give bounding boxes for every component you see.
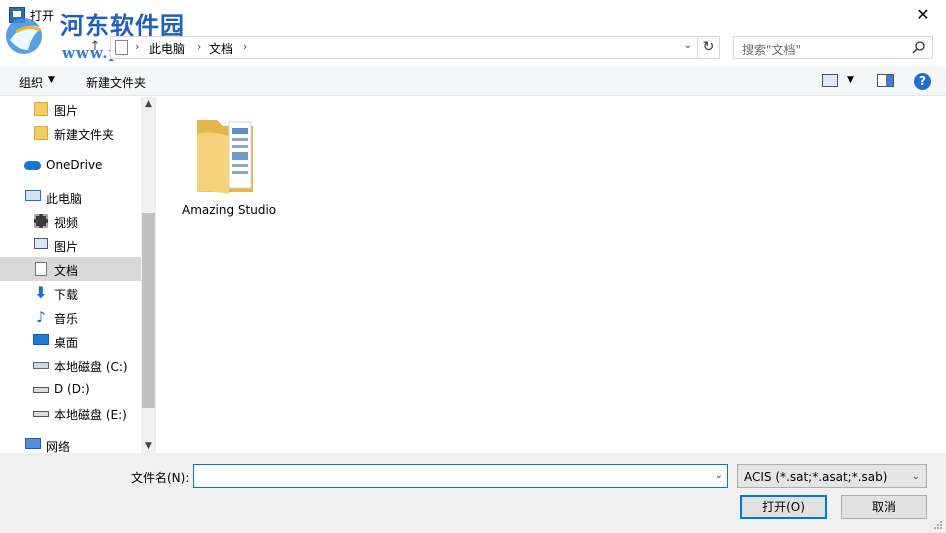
music-icon: ♪ [36,308,46,326]
search-icon [912,41,925,54]
nav-item-label: 图片 [54,240,79,254]
scroll-up-arrow-icon[interactable]: ▲ [141,99,155,109]
nav-item-onedrive[interactable]: OneDrive [0,153,141,177]
drive-icon [33,387,49,393]
windows-drive-icon [33,362,49,369]
nav-item-network[interactable]: 网络 [0,433,141,453]
up-button[interactable]: ↑ [86,38,104,56]
nav-scrollbar[interactable]: ▲ ▼ [141,97,155,453]
nav-item-pictures[interactable]: 图片 [0,233,141,257]
watermark-logo-icon [6,18,42,54]
pictures-icon [34,238,48,249]
nav-item-label: 下载 [54,288,79,302]
nav-item-label: 本地磁盘 (E:) [54,408,127,422]
network-icon [25,438,41,449]
desktop-icon [33,334,49,345]
nav-item-label: 本地磁盘 (C:) [54,360,128,374]
folder-icon [34,102,48,116]
folder-icon[interactable] [195,114,259,196]
nav-item-videos[interactable]: 视频 [0,209,141,233]
title-bar: 打开 河东软件园 www.pc0359.cn ✕ [0,0,946,62]
nav-item-label: 音乐 [54,312,79,326]
search-placeholder: 搜索"文档" [742,43,802,57]
filetype-select[interactable]: ACIS (*.sat;*.asat;*.sab) ⌄ [737,464,927,488]
chevron-down-icon[interactable]: ⌄ [912,471,920,482]
this-pc-icon [25,190,41,201]
address-history-dropdown[interactable]: ⌄ [681,40,695,51]
nav-item-label: 新建文件夹 [54,128,115,142]
nav-item-this-pc[interactable]: 此电脑 [0,185,141,209]
folder-icon [34,126,48,140]
filename-label: 文件名(N): [131,471,190,485]
change-view-icon[interactable] [822,74,838,87]
this-pc-icon [115,40,128,55]
filetype-value: ACIS (*.sat;*.asat;*.sab) [744,470,888,484]
onedrive-cloud-icon [24,161,41,170]
nav-item-label: 视频 [54,216,79,230]
organize-button[interactable]: 组织 [19,74,43,91]
videos-icon [34,214,48,228]
scroll-down-arrow-icon[interactable]: ▼ [141,441,155,451]
nav-item-label: OneDrive [46,158,103,172]
new-folder-button[interactable]: 新建文件夹 [86,74,146,91]
nav-item-music[interactable]: ♪ 音乐 [0,305,141,329]
nav-item-label: 文档 [54,264,79,278]
breadcrumb-separator[interactable]: › [197,40,201,53]
refresh-button[interactable]: ↻ [698,36,720,59]
nav-item-pictures-folder[interactable]: 图片 [0,97,141,121]
resize-grip-icon[interactable] [933,520,943,530]
nav-item-drive-d[interactable]: D (D:) [0,377,141,401]
nav-item-documents[interactable]: 文档 [0,257,141,281]
cancel-button[interactable]: 取消 [841,495,927,519]
breadcrumb-this-pc[interactable]: 此电脑 [149,40,185,57]
nav-item-label: 网络 [46,440,71,453]
preview-pane-icon[interactable] [877,74,894,87]
folder-name[interactable]: Amazing Studio [182,203,276,217]
nav-item-label: 图片 [54,104,79,118]
search-input[interactable]: 搜索"文档" [733,36,933,59]
nav-item-label: 此电脑 [46,192,83,206]
nav-item-label: 桌面 [54,336,79,350]
breadcrumb-documents[interactable]: 文档 [209,40,233,57]
close-button[interactable]: ✕ [908,4,938,26]
breadcrumb-separator[interactable]: › [243,40,247,53]
nav-item-drive-c[interactable]: 本地磁盘 (C:) [0,353,141,377]
dialog-footer: 文件名(N): ⌄ ACIS (*.sat;*.asat;*.sab) ⌄ 打开… [0,453,946,533]
nav-item-downloads[interactable]: ⬇ 下载 [0,281,141,305]
file-list: Amazing Studio [157,97,946,453]
chevron-down-icon[interactable]: ⌄ [715,470,723,481]
nav-item-label: D (D:) [54,382,90,396]
breadcrumb-separator[interactable]: › [135,40,139,53]
nav-item-desktop[interactable]: 桌面 [0,329,141,353]
chevron-down-icon[interactable]: ▼ [48,75,55,85]
help-icon[interactable]: ? [914,73,931,90]
downloads-icon: ⬇ [34,283,48,302]
navigation-pane: 图片 新建文件夹 OneDrive 此电脑 视频 图片 文档 ⬇ 下载 ♪ 音乐… [0,97,156,453]
open-button[interactable]: 打开(O) [740,495,827,519]
drive-icon [33,411,49,417]
filename-input[interactable]: ⌄ [193,464,728,488]
chevron-down-icon[interactable]: ▼ [847,75,854,85]
address-bar[interactable]: › 此电脑 › 文档 › ⌄ [110,36,698,59]
nav-item-new-folder[interactable]: 新建文件夹 [0,121,141,145]
command-bar: 组织 ▼ 新建文件夹 ▼ [0,66,946,96]
scroll-thumb[interactable] [142,213,155,408]
nav-item-drive-e[interactable]: 本地磁盘 (E:) [0,401,141,425]
documents-icon [35,262,47,276]
